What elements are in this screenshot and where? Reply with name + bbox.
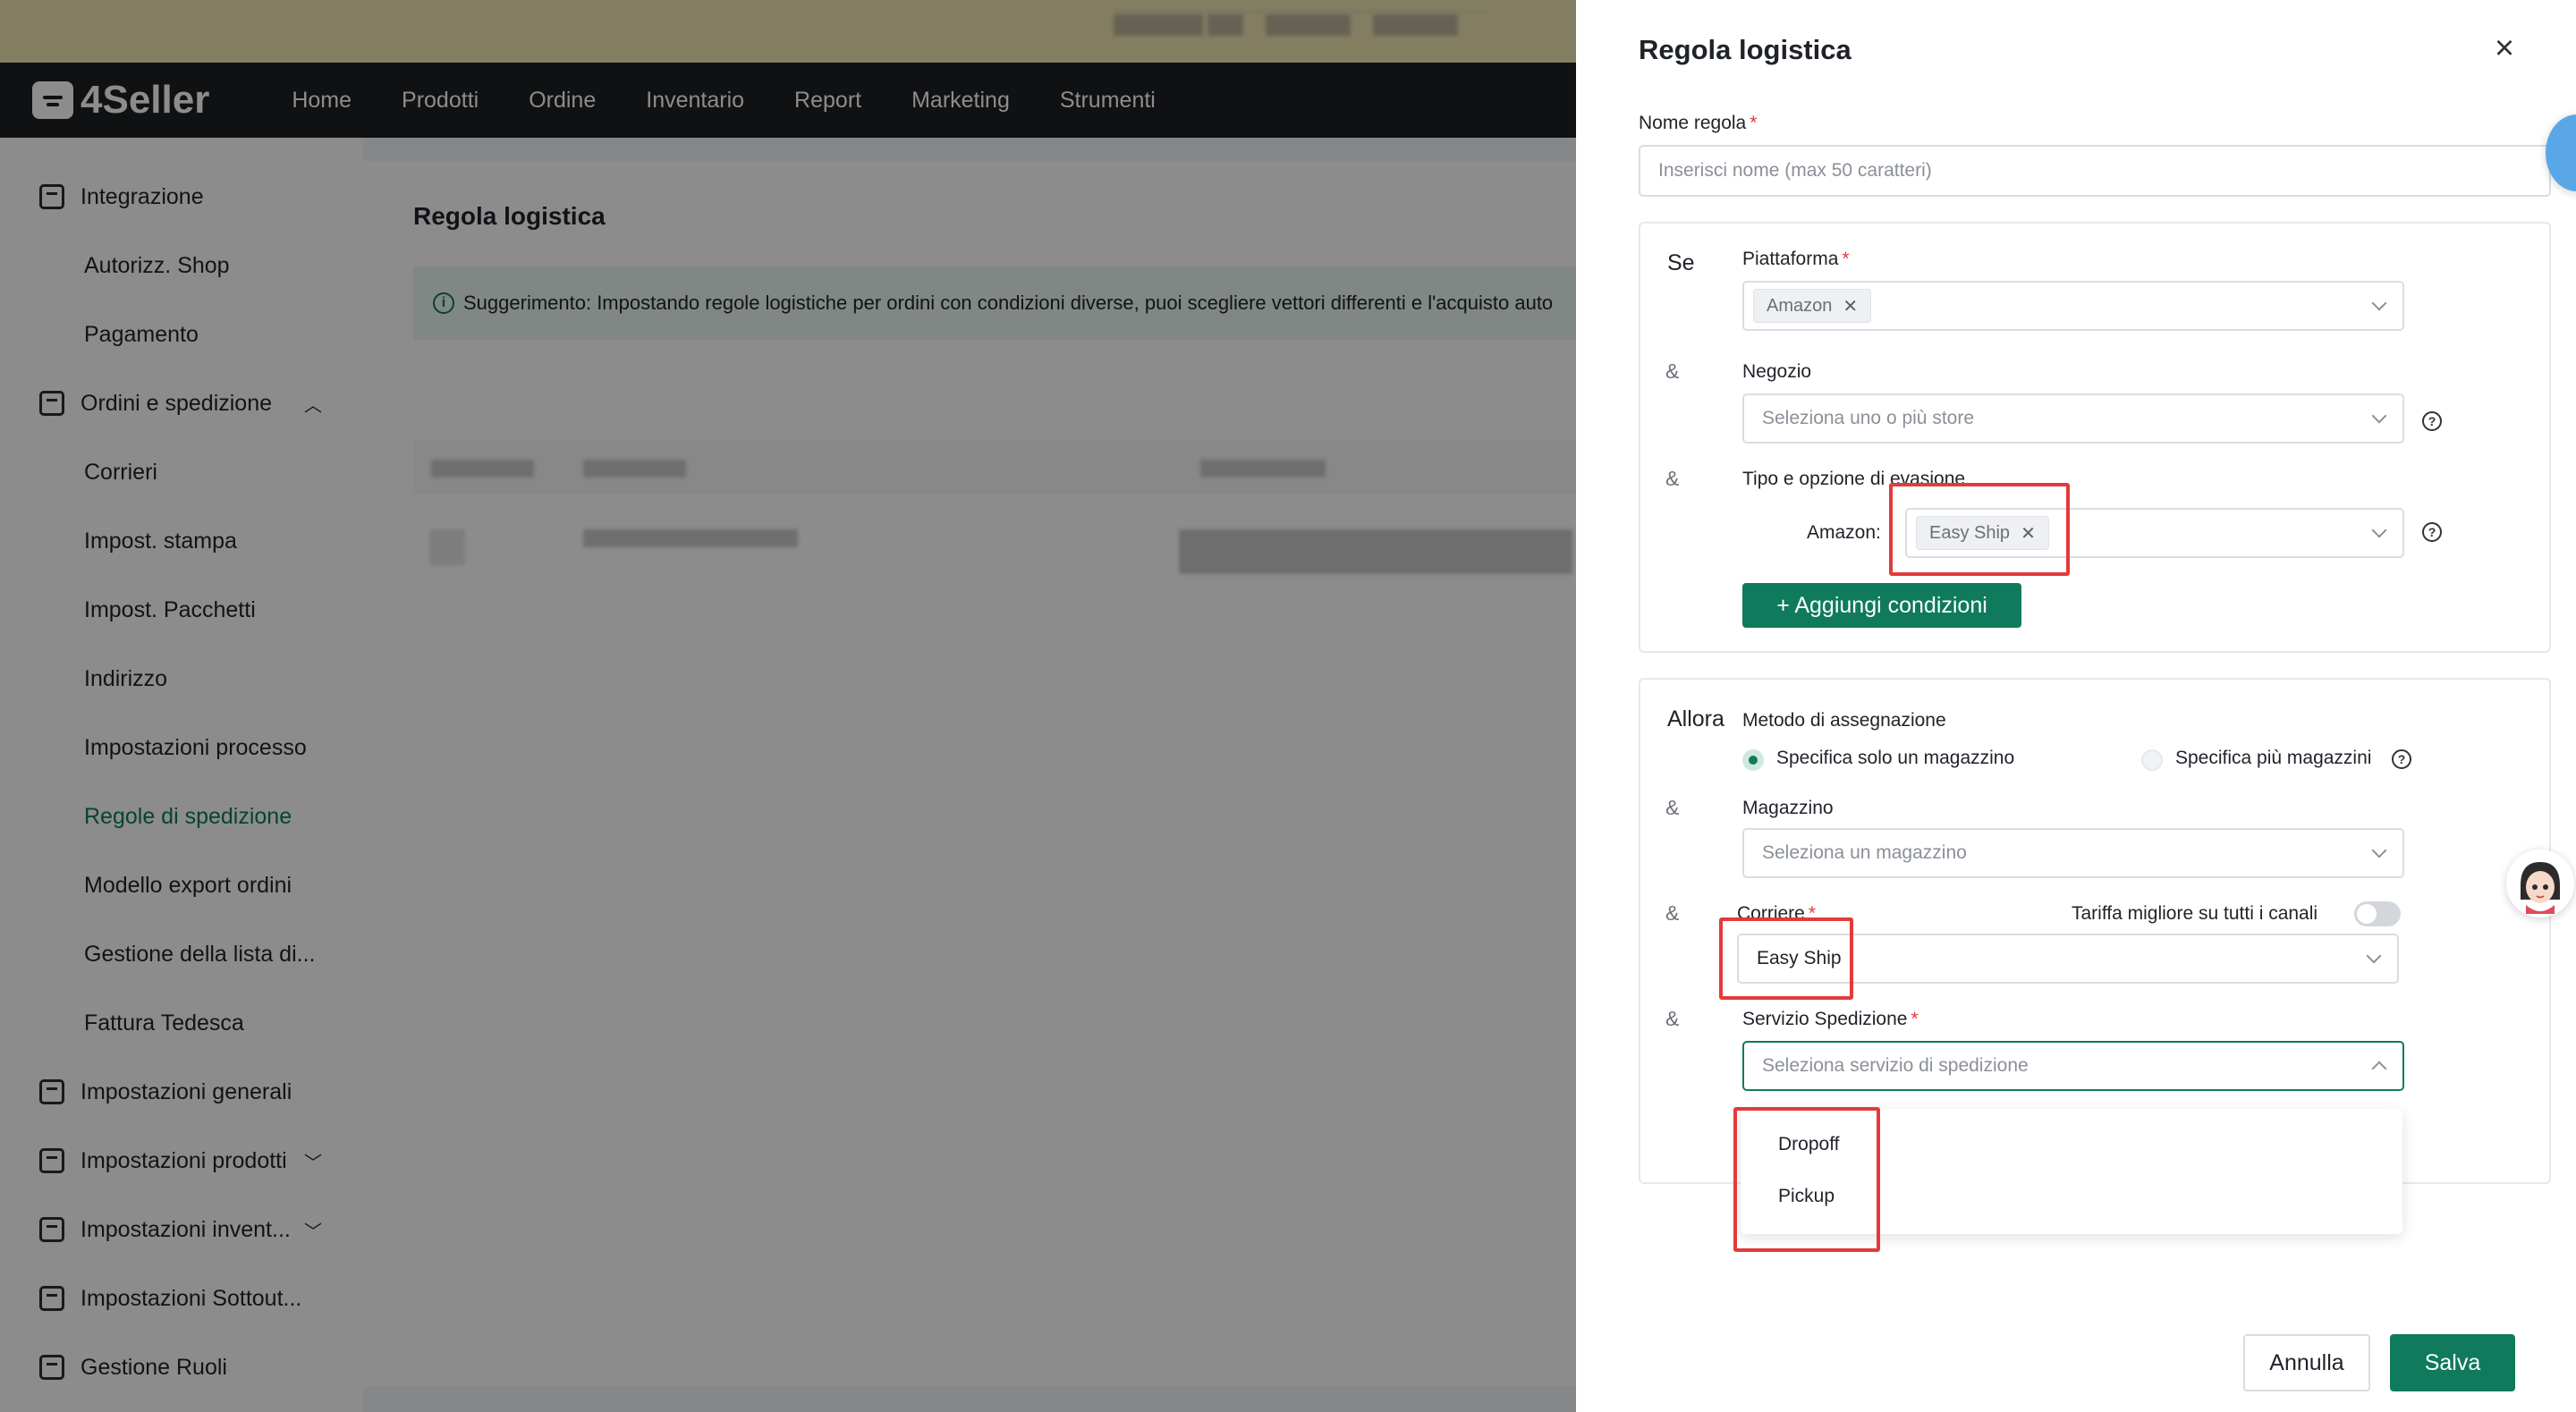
and-symbol: & [1665,467,1680,490]
fulfillment-tag: Easy Ship ✕ [1916,516,2049,550]
store-label: Negozio [1742,361,1812,382]
logistics-rule-drawer: Regola logistica × Nome regola * Inserisc… [1576,0,2576,1412]
drawer-title: Regola logistica [1639,34,1852,65]
save-button[interactable]: Salva [2390,1334,2515,1391]
help-icon[interactable]: ? [2422,522,2442,542]
radio-multi-warehouse-label[interactable]: Specifica più magazzini [2175,748,2371,769]
required-mark: * [1842,249,1850,269]
carrier-label: Corriere * [1737,903,1816,925]
service-dropdown: Dropoff Pickup [1741,1109,2402,1234]
help-icon[interactable]: ? [2392,749,2411,769]
remove-tag-icon[interactable]: ✕ [2021,522,2036,545]
support-avatar-icon[interactable] [2506,850,2574,917]
required-mark: * [1808,903,1817,924]
carrier-label-text: Corriere [1737,903,1805,924]
and-symbol: & [1665,1007,1680,1030]
chevron-down-icon [2371,408,2387,424]
service-label-text: Servizio Spedizione [1742,1009,1908,1029]
assignment-method-label: Metodo di assegnazione [1742,710,1946,731]
chevron-down-icon [2371,842,2387,858]
and-symbol: & [1665,359,1680,383]
chevron-down-icon [2371,522,2387,538]
store-select[interactable]: Seleziona uno o più store [1742,393,2404,444]
rule-name-label-text: Nome regola [1639,113,1747,133]
warehouse-select[interactable]: Seleziona un magazzino [1742,828,2404,878]
remove-tag-icon[interactable]: ✕ [1843,295,1858,317]
chevron-down-icon [2366,948,2382,964]
help-icon[interactable]: ? [2422,411,2442,431]
rule-name-label: Nome regola * [1639,113,1757,134]
then-keyword: Allora [1667,706,1724,731]
radio-single-warehouse-label[interactable]: Specifica solo un magazzino [1776,748,2014,769]
service-select[interactable]: Seleziona servizio di spedizione [1742,1041,2404,1091]
radio-multi-warehouse[interactable] [2141,749,2163,771]
support-avatar-graphic [2508,851,2572,916]
platform-tag-text: Amazon [1767,295,1833,316]
rule-name-placeholder: Inserisci nome (max 50 caratteri) [1658,160,1932,181]
warehouse-label: Magazzino [1742,798,1834,818]
platform-label-text: Piattaforma [1742,249,1839,269]
platform-tag: Amazon ✕ [1753,289,1872,323]
and-symbol: & [1665,901,1680,925]
warehouse-placeholder: Seleziona un magazzino [1762,842,1967,863]
carrier-value: Easy Ship [1757,948,1842,968]
radio-single-warehouse[interactable] [1742,749,1764,771]
chevron-up-icon [2371,1061,2387,1077]
chevron-down-icon [2371,295,2387,311]
modal-overlay[interactable] [0,0,1576,1412]
dropdown-option-pickup[interactable]: Pickup [1778,1186,1835,1207]
best-rate-label: Tariffa migliore su tutti i canali [2072,903,2318,924]
dropdown-option-dropoff[interactable]: Dropoff [1778,1134,1840,1155]
add-conditions-button[interactable]: + Aggiungi condizioni [1742,583,2021,628]
fulfillment-label: Tipo e opzione di evasione [1742,469,1966,489]
required-mark: * [1750,113,1758,133]
service-placeholder: Seleziona servizio di spedizione [1762,1055,2029,1076]
service-label: Servizio Spedizione * [1742,1009,1919,1030]
store-placeholder: Seleziona uno o più store [1762,408,1974,428]
if-keyword: Se [1667,250,1695,275]
rule-name-input[interactable]: Inserisci nome (max 50 caratteri) [1639,145,2551,197]
platform-select[interactable]: Amazon ✕ [1742,281,2404,331]
fulfillment-select[interactable]: Easy Ship ✕ [1905,508,2404,558]
best-rate-toggle[interactable] [2354,901,2401,926]
carrier-select[interactable]: Easy Ship [1737,934,2399,984]
close-icon[interactable]: × [2490,31,2519,65]
cancel-button[interactable]: Annulla [2243,1334,2370,1391]
amazon-platform-label: Amazon: [1807,522,1881,543]
fulfillment-tag-text: Easy Ship [1929,522,2011,543]
platform-label: Piattaforma * [1742,249,1850,270]
if-conditions-section: Se Piattaforma * Amazon ✕ & Negozio Selez… [1639,222,2551,653]
and-symbol: & [1665,796,1680,819]
required-mark: * [1911,1009,1919,1029]
background-app: 4Seller Home Prodotti Ordine Inventario … [0,0,1665,1412]
